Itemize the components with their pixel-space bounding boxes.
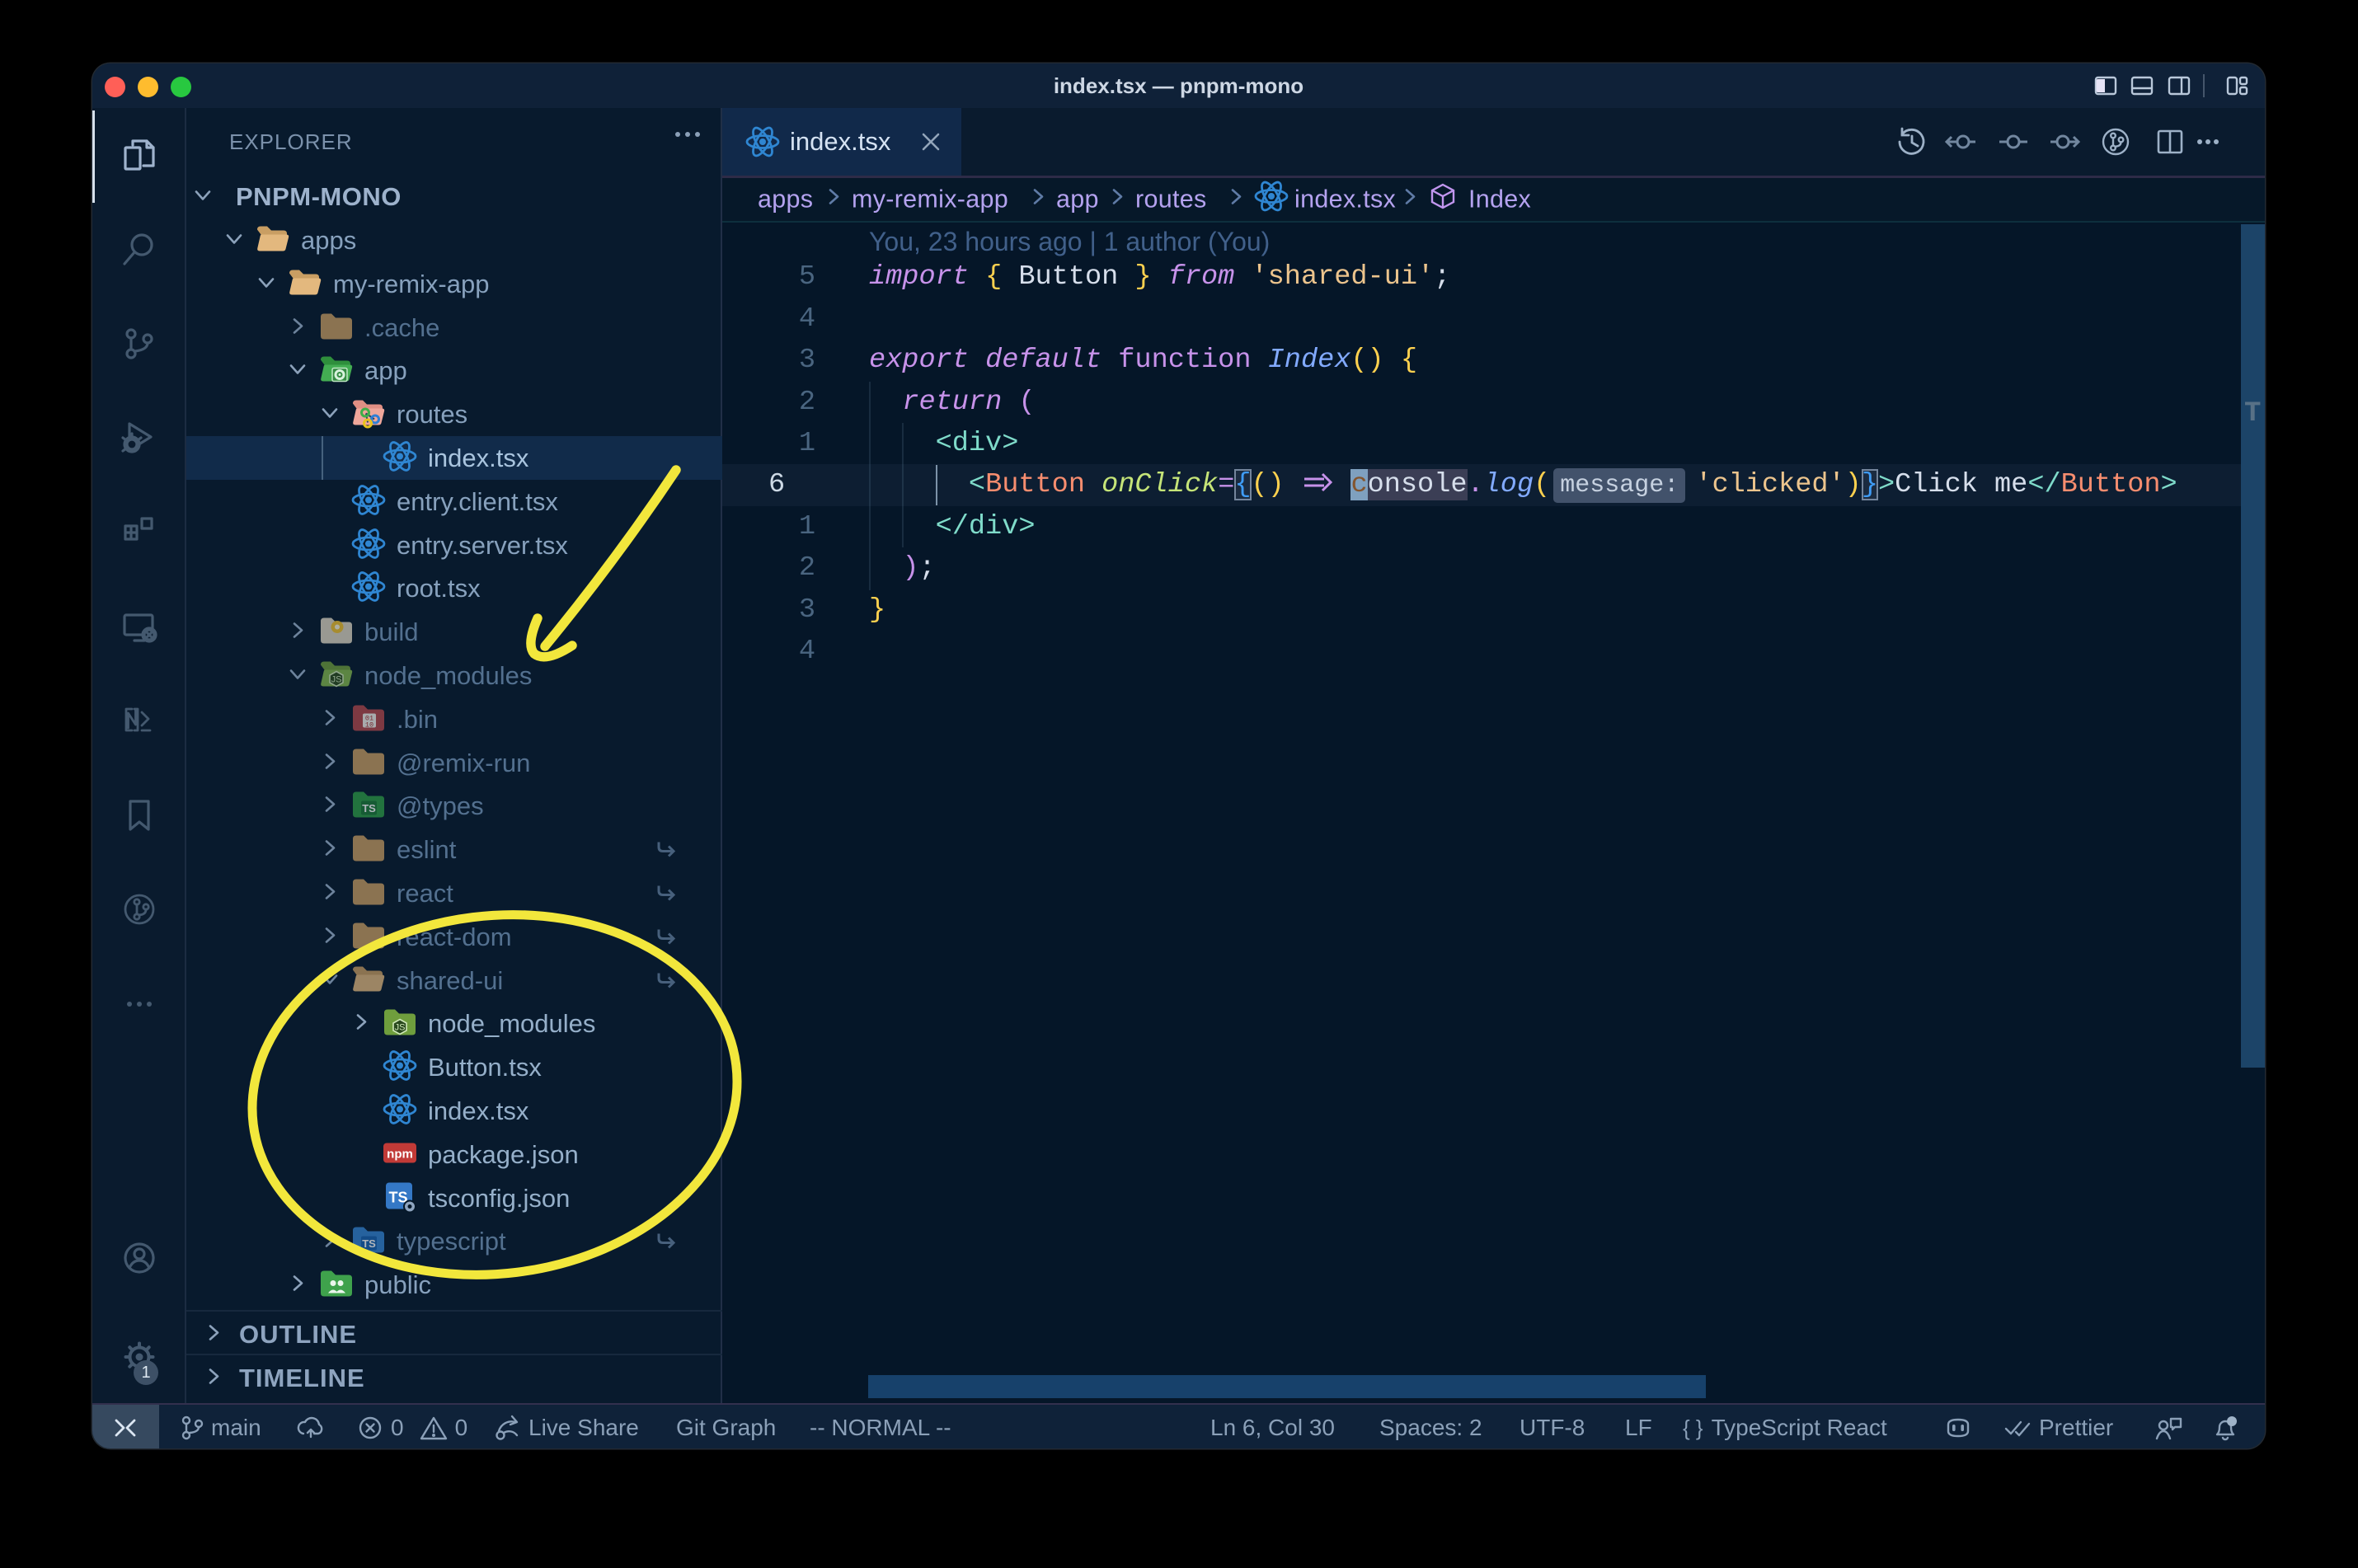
svg-text:npm: npm xyxy=(387,1147,413,1161)
svg-text:JS: JS xyxy=(395,1023,406,1033)
svg-text:JS: JS xyxy=(331,674,342,684)
svg-text:TS: TS xyxy=(362,802,376,815)
svg-text:TS: TS xyxy=(362,1237,376,1250)
svg-text:10: 10 xyxy=(365,721,373,729)
